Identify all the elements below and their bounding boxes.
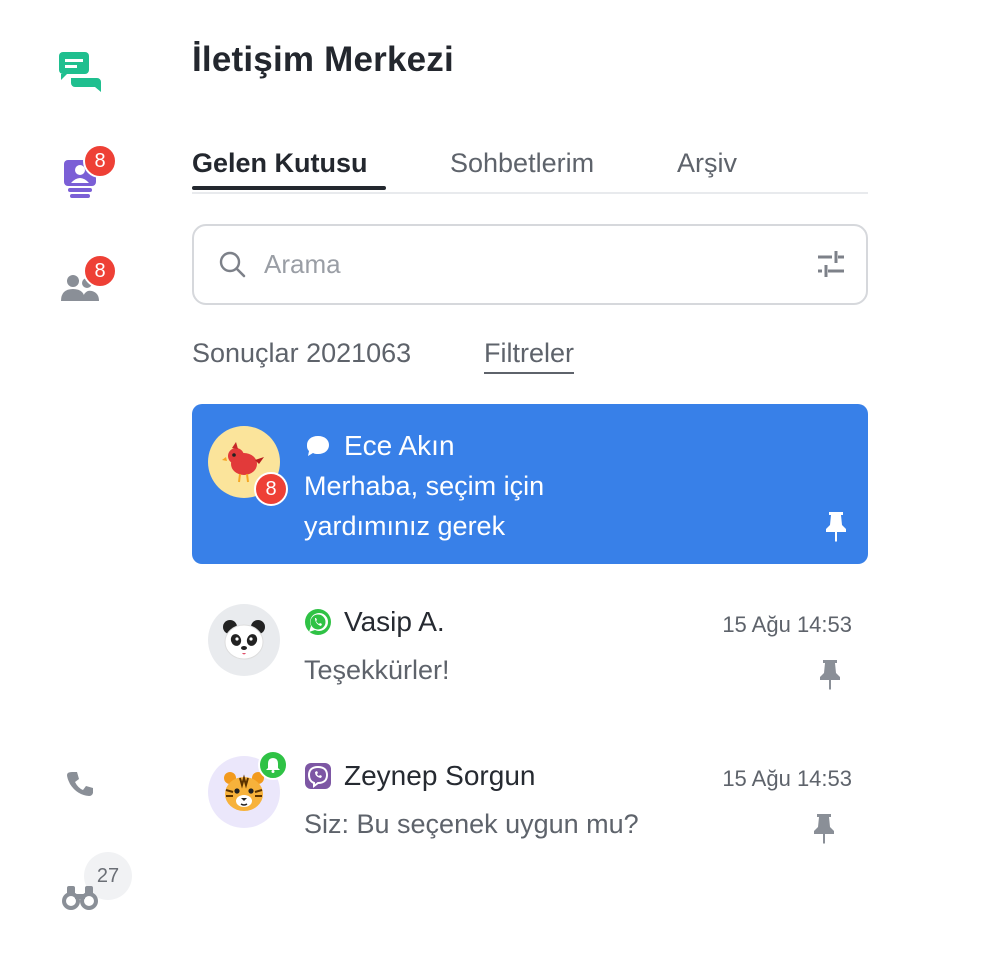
search-icon (218, 250, 246, 283)
notification-bell-icon (258, 750, 288, 780)
pin-icon[interactable] (818, 658, 842, 695)
conversation-name: Zeynep Sorgun (344, 760, 536, 791)
conversation-name: Vasip A. (344, 606, 445, 637)
tab-archive[interactable]: Arşiv (677, 148, 737, 179)
page-title: İletişim Merkezi (192, 40, 454, 79)
conversation-message: Siz: Bu seçenek uygun mu? (304, 809, 639, 839)
conversation-item[interactable]: Vasip A. 15 Ağu 14:53 Teşekkürler! (192, 586, 868, 706)
results-count: Sonuçlar 2021063 (192, 338, 412, 368)
rail-monitor-button[interactable] (54, 870, 106, 922)
rail-calls-button[interactable] (54, 758, 106, 810)
viber-icon (304, 762, 332, 790)
conversation-message: Teşekkürler! (304, 655, 450, 685)
phone-icon (65, 769, 95, 799)
contacts-count-badge: 8 (83, 144, 117, 178)
rail-chats-button[interactable] (54, 46, 106, 98)
unread-count-badge: 8 (254, 472, 288, 506)
tab-inbox[interactable]: Gelen Kutusu (192, 148, 368, 179)
conversation-name: Ece Akın (344, 430, 455, 461)
conversation-message-line-2: yardımınız gerek (304, 511, 506, 541)
search-box (192, 224, 868, 305)
pin-icon[interactable] (824, 510, 848, 547)
panda-avatar (208, 604, 280, 676)
conversation-message-line-1: Merhaba, seçim için (304, 471, 545, 501)
left-rail: 8 8 27 (0, 0, 160, 962)
conversation-item[interactable]: 8 Ece Akın Merhaba, seçim için yardımını… (192, 404, 868, 564)
tab-my-chats[interactable]: Sohbetlerim (450, 148, 594, 179)
binoculars-icon (62, 882, 98, 910)
tab-bar: Gelen Kutusu Sohbetlerim Arşiv (192, 148, 868, 194)
active-tab-indicator (192, 186, 386, 190)
conversation-time: 15 Ağu 14:53 (722, 612, 852, 637)
whatsapp-icon (304, 608, 332, 636)
conversation-item[interactable]: Zeynep Sorgun 15 Ağu 14:53 Siz: Bu seçen… (192, 740, 868, 860)
filter-sliders-icon[interactable] (816, 248, 846, 285)
filters-link[interactable]: Filtreler (484, 338, 575, 374)
pin-icon[interactable] (812, 812, 836, 849)
search-input[interactable] (264, 242, 784, 286)
conversation-time: 15 Ağu 14:53 (722, 766, 852, 791)
chat-bubbles-icon (57, 50, 103, 94)
chat-bubble-icon (304, 432, 332, 460)
users-count-badge: 8 (83, 254, 117, 288)
